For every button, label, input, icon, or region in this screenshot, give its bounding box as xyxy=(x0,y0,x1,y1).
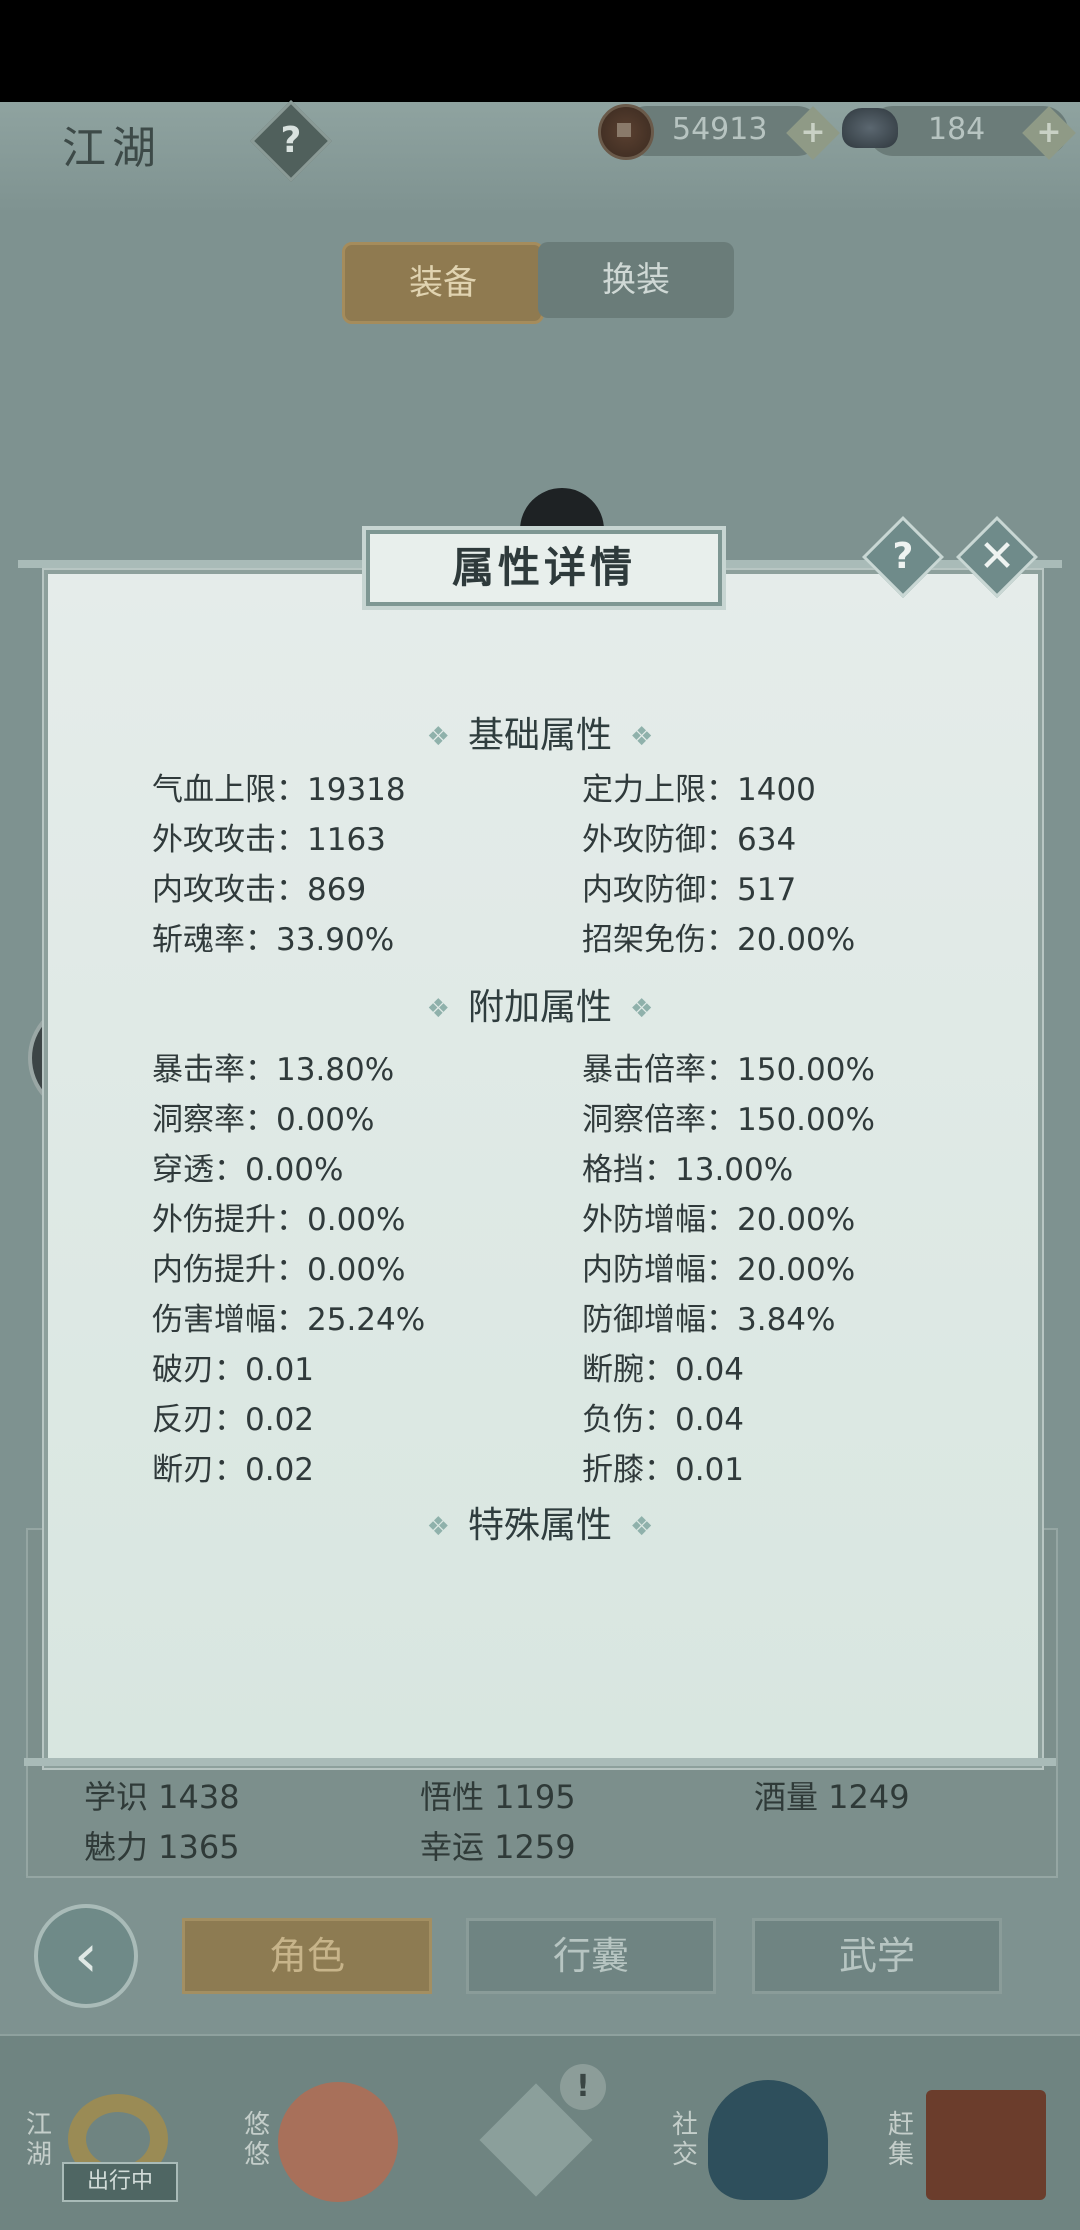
section-special: ❖ 特殊属性 ❖ xyxy=(426,1505,654,1546)
modal-title: 属性详情 xyxy=(451,543,636,592)
nav-youyou[interactable]: 悠悠 xyxy=(236,2060,416,2210)
market-basket-icon xyxy=(926,2090,1046,2200)
nav-ganji-label: 赶集 xyxy=(888,2110,915,2170)
section-extra: ❖ 附加属性 ❖ xyxy=(426,987,654,1028)
back-button[interactable]: ‹ xyxy=(34,1904,138,2008)
stat-right: 外攻防御：634 xyxy=(582,822,797,858)
stat-left: 内攻攻击：869 xyxy=(152,872,367,908)
copper-amount: 54913 xyxy=(672,112,768,147)
nav-youyou-label: 悠悠 xyxy=(244,2110,271,2170)
stat-left: 气血上限：19318 xyxy=(152,772,406,808)
stat-right: 折膝：0.01 xyxy=(582,1452,745,1488)
page-title: 江湖 xyxy=(62,123,162,174)
section-basic: ❖ 基础属性 ❖ xyxy=(426,715,654,756)
copper-coin-icon xyxy=(598,104,654,160)
stat-right: 定力上限：1400 xyxy=(582,772,816,808)
stat-jiuliang: 酒量 1249 xyxy=(754,1778,910,1816)
silver-amount: 184 xyxy=(928,112,986,147)
stat-right: 负伤：0.04 xyxy=(582,1402,745,1438)
stat-left: 外伤提升：0.00% xyxy=(152,1202,406,1238)
stat-wuxing: 悟性 1195 xyxy=(420,1778,576,1816)
stat-left: 内伤提升：0.00% xyxy=(152,1252,406,1288)
stat-right: 招架免伤：20.00% xyxy=(582,922,856,958)
tab-swap-label: 换装 xyxy=(602,260,670,300)
diamond-icon: ❖ xyxy=(426,1512,450,1542)
diamond-icon: ❖ xyxy=(426,722,450,752)
question-icon: ? xyxy=(280,120,302,161)
nav-jianghu[interactable]: 江湖 出行中 xyxy=(18,2060,198,2210)
stat-right: 暴击倍率：150.00% xyxy=(582,1052,875,1088)
stat-left: 暴击率：13.80% xyxy=(152,1052,395,1088)
nav-shejiao-label: 社交 xyxy=(672,2110,699,2170)
nav-shejiao[interactable]: 社交 xyxy=(664,2060,844,2210)
stat-left: 洞察率：0.00% xyxy=(152,1102,375,1138)
swallow-sun-icon xyxy=(278,2082,398,2202)
stat-right: 格挡：13.00% xyxy=(582,1152,794,1188)
tab-equip[interactable]: 装备 xyxy=(342,242,544,324)
question-icon: ? xyxy=(892,536,914,577)
add-copper-button[interactable]: + xyxy=(786,106,840,160)
diamond-icon: ❖ xyxy=(426,994,450,1024)
stat-right: 内攻防御：517 xyxy=(582,872,797,908)
water-vase-icon xyxy=(708,2080,828,2200)
stat-meili: 魅力 1365 xyxy=(84,1828,240,1866)
nav-jianghu-label: 江湖 xyxy=(26,2110,53,2170)
martial-button[interactable]: 武学 xyxy=(752,1918,1002,1994)
stat-right: 外防增幅：20.00% xyxy=(582,1202,856,1238)
nav-ganji[interactable]: 赶集 xyxy=(880,2060,1060,2210)
martial-button-label: 武学 xyxy=(838,1934,915,1978)
stat-right: 断腕：0.04 xyxy=(582,1352,745,1388)
stat-xueshi: 学识 1438 xyxy=(84,1778,240,1816)
stat-xingyun: 幸运 1259 xyxy=(420,1828,576,1866)
modal-bottom-border xyxy=(24,1758,1056,1766)
stat-left: 斩魂率：33.90% xyxy=(152,922,395,958)
stat-right: 内防增幅：20.00% xyxy=(582,1252,856,1288)
stat-left: 外攻攻击：1163 xyxy=(152,822,386,858)
role-button-label: 角色 xyxy=(268,1934,345,1978)
bag-button-label: 行囊 xyxy=(552,1934,629,1978)
in-progress-badge: 出行中 xyxy=(62,2162,178,2202)
diamond-icon: ❖ xyxy=(630,1512,654,1542)
stat-left: 穿透：0.00% xyxy=(152,1152,344,1188)
stat-right: 洞察倍率：150.00% xyxy=(582,1102,875,1138)
alert-icon: ! xyxy=(560,2064,606,2110)
tab-equip-label: 装备 xyxy=(409,263,477,303)
diamond-icon: ❖ xyxy=(630,994,654,1024)
bag-button[interactable]: 行囊 xyxy=(466,1918,716,1994)
stat-left: 破刃：0.01 xyxy=(152,1352,315,1388)
plus-icon: + xyxy=(800,115,826,150)
diamond-icon: ❖ xyxy=(630,722,654,752)
plus-icon: + xyxy=(1036,115,1062,150)
stat-left: 反刃：0.02 xyxy=(152,1402,315,1438)
stat-left: 断刃：0.02 xyxy=(152,1452,315,1488)
stat-right: 防御增幅：3.84% xyxy=(582,1302,836,1338)
back-arrow-icon: ‹ xyxy=(74,1921,98,1991)
modal-title-plate: 属性详情 xyxy=(366,530,722,606)
add-silver-button[interactable]: + xyxy=(1022,106,1076,160)
close-icon: ✕ xyxy=(978,531,1016,582)
stat-left: 伤害增幅：25.24% xyxy=(152,1302,426,1338)
nav-center[interactable]: ! xyxy=(460,2060,640,2210)
silver-ingot-icon xyxy=(842,108,898,148)
tab-swap[interactable]: 换装 xyxy=(538,242,734,318)
role-button[interactable]: 角色 xyxy=(182,1918,432,1994)
status-bar xyxy=(0,0,1080,102)
